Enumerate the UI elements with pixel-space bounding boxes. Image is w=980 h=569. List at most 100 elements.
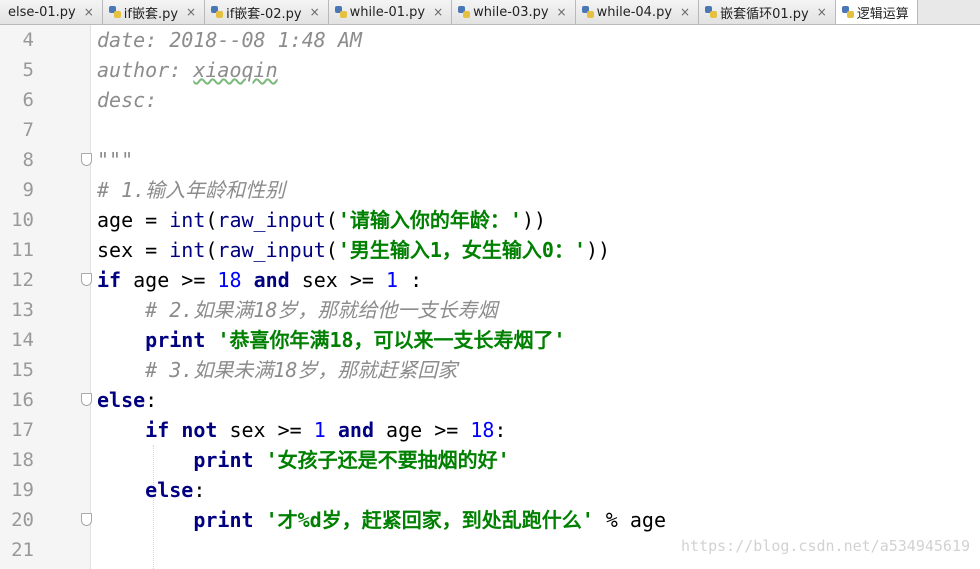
code-token: age >= bbox=[121, 268, 218, 292]
python-file-icon bbox=[705, 6, 718, 18]
python-file-icon bbox=[841, 6, 854, 18]
code-token: author: bbox=[97, 58, 194, 82]
code-token: print bbox=[145, 328, 206, 352]
tab-6[interactable]: 嵌套循环01.py × bbox=[699, 0, 836, 24]
code-token: if bbox=[97, 268, 122, 292]
code-text: else: bbox=[97, 385, 157, 415]
code-token: )) bbox=[521, 208, 547, 232]
tab-4[interactable]: while-03.py × bbox=[452, 0, 576, 24]
code-text: print '才%d岁，赶紧回家，到处乱跑什么' % age bbox=[97, 505, 666, 535]
line-number: 9 bbox=[22, 179, 34, 201]
code-token: 18 bbox=[470, 418, 495, 442]
code-token: '才%d岁，赶紧回家，到处乱跑什么' bbox=[265, 508, 594, 532]
code-line: 17 if not sex >= 1 and age >= 18: bbox=[0, 415, 980, 445]
editor-tab-bar: else-01.py × if嵌套.py × if嵌套-02.py × while-01.p… bbox=[0, 0, 980, 25]
code-text: if age >= 18 and sex >= 1 : bbox=[97, 265, 422, 295]
line-number: 19 bbox=[11, 479, 34, 501]
fold-marker-icon[interactable] bbox=[81, 393, 92, 406]
line-number: 13 bbox=[11, 299, 34, 321]
code-token: '恭喜你年满18，可以来一支长寿烟了' bbox=[217, 328, 566, 352]
code-token: xiaoqin bbox=[193, 58, 278, 82]
code-line: 5 author: xiaoqin bbox=[0, 55, 980, 85]
code-token: # 2.如果满18岁，那就给他一支长寿烟 bbox=[145, 298, 498, 322]
line-number: 16 bbox=[11, 389, 34, 411]
code-token: if bbox=[145, 418, 170, 442]
python-file-icon bbox=[334, 6, 347, 18]
code-text: """ bbox=[97, 145, 133, 175]
tab-label: 逻辑运算 bbox=[856, 6, 909, 22]
code-token: 18 bbox=[217, 268, 242, 292]
tab-5[interactable]: while-04.py × bbox=[575, 0, 700, 24]
code-token: """ bbox=[97, 148, 134, 172]
code-token: raw_input bbox=[217, 208, 326, 232]
fold-marker-icon[interactable] bbox=[81, 513, 92, 526]
code-line: 7 bbox=[0, 115, 980, 145]
tab-close-icon[interactable]: × bbox=[84, 5, 94, 19]
tab-label: if嵌套.py bbox=[123, 6, 179, 22]
tab-2[interactable]: if嵌套-02.py × bbox=[205, 0, 329, 24]
code-token: 1 bbox=[386, 268, 399, 292]
tab-label: while-04.py bbox=[596, 4, 673, 20]
line-number: 10 bbox=[11, 209, 34, 231]
code-line: 4 date: 2018--08 1:48 AM bbox=[0, 25, 980, 55]
watermark: https://blog.csdn.net/a534945619 bbox=[681, 537, 970, 555]
code-token: : bbox=[145, 388, 158, 412]
line-number: 18 bbox=[11, 449, 34, 471]
tab-label: while-01.py bbox=[349, 4, 426, 20]
code-token: '男生输入1，女生输入0：' bbox=[337, 238, 587, 262]
line-number: 17 bbox=[11, 419, 34, 441]
tab-close-icon[interactable]: × bbox=[310, 5, 320, 19]
line-number: 7 bbox=[22, 119, 34, 141]
code-token: print bbox=[193, 508, 254, 532]
code-token: sex >= bbox=[289, 268, 387, 292]
code-line: 18 print '女孩子还是不要抽烟的好' bbox=[0, 445, 980, 475]
line-number: 8 bbox=[22, 149, 34, 171]
code-text: # 1.输入年龄和性别 bbox=[97, 175, 285, 205]
code-text: # 2.如果满18岁，那就给他一支长寿烟 bbox=[97, 295, 497, 325]
code-token: '请输入你的年龄：' bbox=[337, 208, 522, 232]
code-text: author: xiaoqin bbox=[97, 55, 278, 85]
code-token: print bbox=[193, 448, 254, 472]
tab-close-icon[interactable]: × bbox=[817, 5, 827, 19]
code-line: 9 # 1.输入年龄和性别 bbox=[0, 175, 980, 205]
code-token: else bbox=[145, 478, 194, 502]
line-number: 15 bbox=[11, 359, 34, 381]
code-token: 1 bbox=[313, 418, 326, 442]
code-token: : bbox=[193, 478, 206, 502]
code-token: # 1.输入年龄和性别 bbox=[97, 178, 286, 202]
tab-close-icon[interactable]: × bbox=[680, 5, 690, 19]
code-token: age >= bbox=[373, 418, 471, 442]
tab-0[interactable]: else-01.py × bbox=[0, 0, 103, 24]
tab-1[interactable]: if嵌套.py × bbox=[102, 0, 206, 24]
tab-close-icon[interactable]: × bbox=[433, 5, 443, 19]
code-line: 16 else: bbox=[0, 385, 980, 415]
code-editor[interactable]: 4 date: 2018--08 1:48 AM 5 author: xiaoqin 6… bbox=[0, 25, 980, 569]
code-token: not bbox=[181, 418, 218, 442]
line-number: 11 bbox=[11, 239, 34, 261]
code-line: 8 """ bbox=[0, 145, 980, 175]
line-number: 14 bbox=[11, 329, 34, 351]
code-token: sex >= bbox=[217, 418, 314, 442]
code-token: date: 2018--08 1:48 AM bbox=[97, 28, 362, 52]
code-text: age = int(raw_input('请输入你的年龄：')) bbox=[97, 205, 546, 235]
tab-close-icon[interactable]: × bbox=[557, 5, 567, 19]
code-token: % age bbox=[593, 508, 667, 532]
tab-label: else-01.py bbox=[8, 4, 76, 20]
line-number: 5 bbox=[22, 59, 34, 81]
tab-3[interactable]: while-01.py × bbox=[328, 0, 453, 24]
code-token: else bbox=[97, 388, 146, 412]
code-token: int bbox=[169, 208, 206, 232]
fold-marker-icon[interactable] bbox=[81, 273, 92, 286]
code-token: desc: bbox=[97, 88, 158, 112]
tab-close-icon[interactable]: × bbox=[186, 5, 196, 19]
code-token: )) bbox=[586, 238, 611, 262]
tab-7[interactable]: 逻辑运算 bbox=[835, 0, 918, 24]
fold-marker-icon[interactable] bbox=[81, 153, 92, 166]
